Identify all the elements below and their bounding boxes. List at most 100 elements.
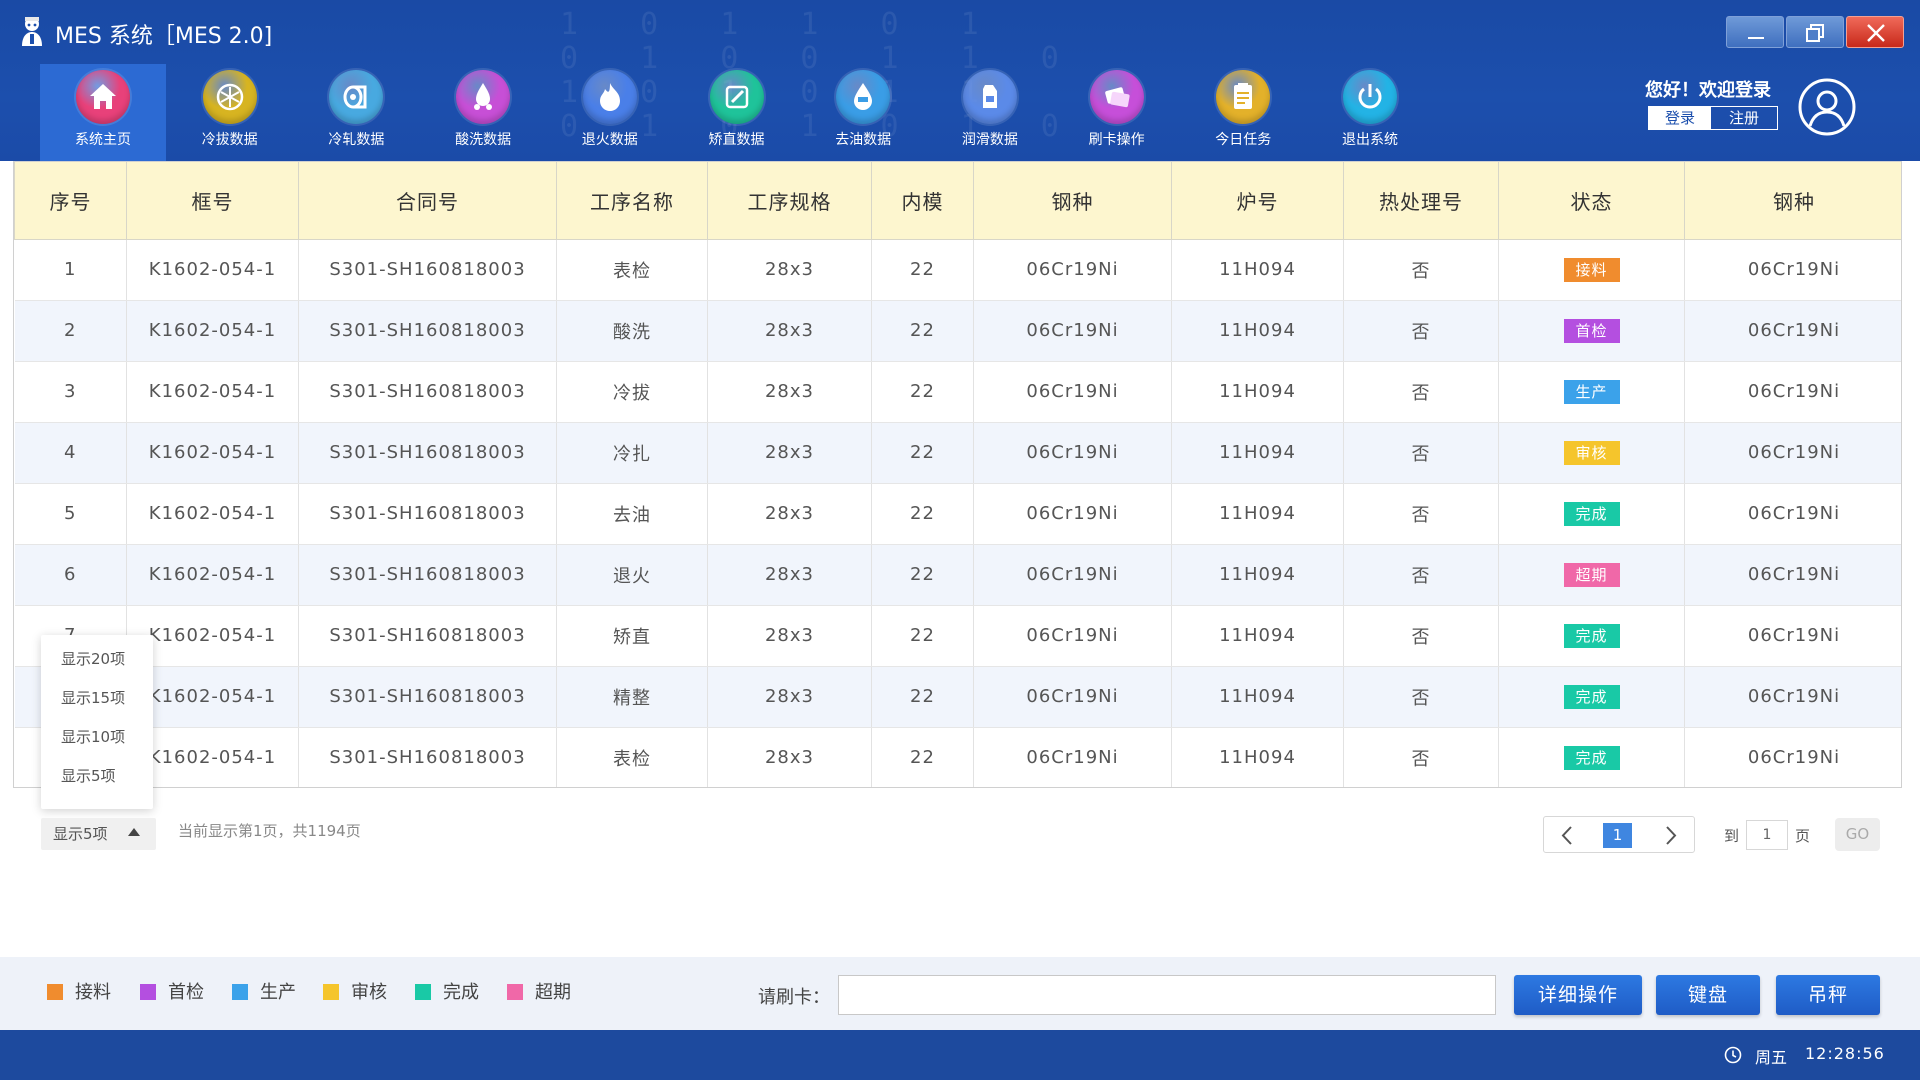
table-cell: 5 <box>14 483 127 545</box>
column-header: 工序规格 <box>707 162 872 240</box>
table-cell: 28x3 <box>707 361 872 423</box>
goto-label: 到 <box>1724 827 1740 845</box>
page-number-current[interactable]: 1 <box>1603 823 1632 848</box>
table-cell: 06Cr19Ni <box>1684 544 1901 606</box>
nav-item-4[interactable]: 退火数据 <box>547 64 673 161</box>
nav-label: 退出系统 <box>1342 132 1398 148</box>
greeting-text: 您好！欢迎登录 <box>1645 80 1771 101</box>
table-row[interactable]: 4 K1602-054-1 S301-SH160818003 冷扎 28x3 22 06Cr… <box>14 422 1901 484</box>
nav-item-8[interactable]: 刷卡操作 <box>1054 64 1180 161</box>
minimize-button[interactable] <box>1726 16 1784 48</box>
nav-item-2[interactable]: 冷轧数据 <box>293 64 419 161</box>
card-icon <box>1089 70 1144 124</box>
register-button[interactable]: 注册 <box>1711 107 1777 129</box>
table-cell: S301-SH160818003 <box>298 666 557 728</box>
table-cell: 11H094 <box>1171 727 1344 787</box>
table-row[interactable]: 5 K1602-054-1 S301-SH160818003 去油 28x3 22 06Cr… <box>14 483 1901 545</box>
legend-swatch <box>507 984 523 1000</box>
legend-swatch <box>415 984 431 1000</box>
hoist-scale-button[interactable]: 吊秤 <box>1776 975 1880 1015</box>
table-cell: 冷扎 <box>556 422 708 484</box>
roll-icon <box>329 70 384 124</box>
nav-item-5[interactable]: 矫直数据 <box>674 64 800 161</box>
column-header: 热处理号 <box>1343 162 1499 240</box>
keyboard-button[interactable]: 键盘 <box>1656 975 1760 1015</box>
goto-page-input[interactable]: 1 <box>1746 820 1788 850</box>
restore-button[interactable] <box>1786 16 1844 48</box>
table-cell: K1602-054-1 <box>126 483 299 545</box>
user-avatar-icon[interactable] <box>1797 77 1857 137</box>
legend-item: 完成 <box>415 982 479 1004</box>
table-row[interactable]: 8K1602-054-1S301-SH160818003精整28x32206Cr… <box>14 666 1901 728</box>
flame-icon <box>582 70 637 124</box>
chevron-right-icon[interactable] <box>1656 817 1686 854</box>
table-cell: 否 <box>1343 544 1499 606</box>
home-icon <box>76 70 130 124</box>
table-cell: 3 <box>14 361 127 423</box>
table-row[interactable]: 6 K1602-054-1 S301-SH160818003 退火 28x3 22 06Cr… <box>14 544 1901 606</box>
table-cell: S301-SH160818003 <box>298 300 557 362</box>
nav-item-6[interactable]: 去油数据 <box>800 64 926 161</box>
close-button[interactable] <box>1846 16 1904 48</box>
nav-item-9[interactable]: 今日任务 <box>1180 64 1306 161</box>
card-input[interactable] <box>838 975 1496 1015</box>
table-cell: 酸洗 <box>556 300 708 362</box>
table-cell: 28x3 <box>707 300 872 362</box>
status-badge: 接料 <box>1563 257 1620 282</box>
table-cell: 06Cr19Ni <box>1684 666 1901 728</box>
page-size-option[interactable]: 显示15项 <box>41 680 153 716</box>
caret-up-icon[interactable] <box>128 828 140 836</box>
nav-item-3[interactable]: 酸洗数据 <box>420 64 546 161</box>
nav-item-10[interactable]: 退出系统 <box>1307 64 1433 161</box>
login-button[interactable]: 登录 <box>1649 107 1711 129</box>
table-row[interactable]: 7K1602-054-1S301-SH160818003矫直28x32206Cr… <box>14 605 1901 667</box>
page-size-option[interactable]: 显示5项 <box>41 758 153 794</box>
table-body: 1 K1602-054-1 S301-SH160818003 表检 28x3 22 06Cr… <box>14 239 1901 787</box>
table-cell: 06Cr19Ni <box>973 544 1172 606</box>
page-size-option[interactable]: 显示10项 <box>41 719 153 755</box>
nav-item-1[interactable]: 冷拔数据 <box>167 64 293 161</box>
table-cell: 矫直 <box>556 605 708 667</box>
nav-label: 退火数据 <box>581 132 638 148</box>
go-button[interactable]: GO <box>1835 818 1880 851</box>
clipboard-icon <box>1216 70 1271 124</box>
table-cell: 06Cr19Ni <box>1684 300 1901 362</box>
nav-label: 酸洗数据 <box>455 132 512 148</box>
table-cell: 11H094 <box>1171 666 1344 728</box>
table-cell: 11H094 <box>1171 422 1344 484</box>
table-cell: 22 <box>871 666 974 728</box>
table-cell: S301-SH160818003 <box>298 361 557 423</box>
oil-drop-icon <box>836 70 891 124</box>
status-badge: 完成 <box>1563 623 1620 648</box>
table-cell: 6 <box>14 544 127 606</box>
table-cell: 06Cr19Ni <box>1684 239 1901 301</box>
table-cell: 11H094 <box>1171 483 1344 545</box>
column-header: 内模 <box>871 162 974 240</box>
table-row[interactable]: 2 K1602-054-1 S301-SH160818003 酸洗 28x3 22 06Cr… <box>14 300 1901 362</box>
detail-operation-button[interactable]: 详细操作 <box>1514 975 1642 1015</box>
table-cell: 28x3 <box>707 483 872 545</box>
table-row[interactable]: 1 K1602-054-1 S301-SH160818003 表检 28x3 22 06Cr… <box>14 239 1901 301</box>
table-cell: 否 <box>1343 422 1499 484</box>
legend-swatch <box>323 984 339 1000</box>
page-size-option[interactable]: 显示20项 <box>41 641 153 677</box>
column-header: 序号 <box>14 162 127 240</box>
nav-item-7[interactable]: 润滑数据 <box>927 64 1053 161</box>
chevron-left-icon[interactable] <box>1552 817 1582 854</box>
table-cell: 06Cr19Ni <box>1684 727 1901 787</box>
table-cell: 22 <box>871 361 974 423</box>
table-cell: 11H094 <box>1171 544 1344 606</box>
table-cell: 06Cr19Ni <box>973 605 1172 667</box>
table-cell: 表检 <box>556 239 708 301</box>
table-cell: 否 <box>1343 361 1499 423</box>
table-row[interactable]: 9K1602-054-1S301-SH160818003表检28x32206Cr… <box>14 727 1901 787</box>
table-row[interactable]: 3 K1602-054-1 S301-SH160818003 冷拔 28x3 22 06Cr… <box>14 361 1901 423</box>
nav-label: 冷轧数据 <box>328 132 385 148</box>
table-cell: S301-SH160818003 <box>298 544 557 606</box>
legend-item: 接料 <box>47 982 111 1004</box>
table-cell: 06Cr19Ni <box>1684 361 1901 423</box>
power-icon <box>1343 70 1397 124</box>
column-header: 炉号 <box>1171 162 1344 240</box>
nav-item-0[interactable]: 系统主页 <box>40 64 166 161</box>
table-cell: 28x3 <box>707 605 872 667</box>
